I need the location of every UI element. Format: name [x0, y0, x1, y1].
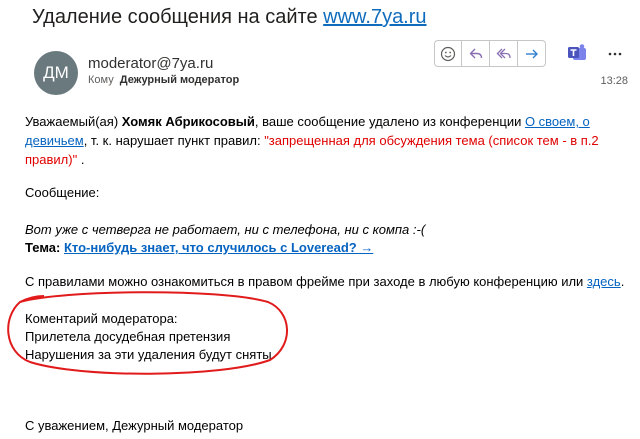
- recipient-row: Кому Дежурный модератор: [88, 74, 239, 86]
- subject-text: Удаление сообщения на сайте: [32, 6, 318, 28]
- message-actions: [434, 40, 546, 67]
- reply-icon: [469, 48, 482, 58]
- more-icon: [608, 52, 622, 56]
- quoted-message: Вот уже с четверга не работает, ни с тел…: [25, 222, 426, 237]
- email-subject: Удаление сообщения на сайте www.7ya.ru: [32, 6, 427, 29]
- rules-paragraph: С правилами можно ознакомиться в правом …: [25, 272, 635, 291]
- reply-all-button[interactable]: [490, 40, 518, 67]
- greeting-post: , т. к. нарушает пункт правил:: [83, 133, 265, 148]
- forward-button[interactable]: [518, 40, 546, 67]
- emoji-icon: [440, 46, 456, 61]
- to-label: Кому: [88, 74, 114, 86]
- recipient-name[interactable]: Дежурный модератор: [120, 74, 239, 86]
- received-time: 13:28: [600, 75, 628, 87]
- teams-icon[interactable]: [567, 43, 587, 63]
- subject-link[interactable]: www.7ya.ru: [323, 6, 426, 28]
- reply-button[interactable]: [462, 40, 490, 67]
- greeting-pre: Уважаемый(ая): [25, 114, 122, 129]
- comment-line-2: Нарушения за эти удаления будут сняты: [25, 347, 272, 362]
- topic-label: Тема:: [25, 240, 64, 255]
- forward-icon: [525, 49, 538, 58]
- greeting-paragraph: Уважаемый(ая) Хомяк Абрикосовый, ваше со…: [25, 112, 625, 169]
- sender-address[interactable]: moderator@7ya.ru: [88, 55, 213, 72]
- more-button[interactable]: [603, 44, 627, 64]
- comment-line-1: Прилетела досудебная претензия: [25, 329, 231, 344]
- topic-link[interactable]: Кто-нибудь знает, что случилось с Lovere…: [64, 240, 373, 255]
- user-name: Хомяк Абрикосовый: [121, 114, 255, 129]
- greeting-end: .: [77, 152, 85, 167]
- avatar[interactable]: ДМ: [34, 51, 78, 95]
- rules-text: С правилами можно ознакомиться в правом …: [25, 274, 587, 289]
- rules-end: .: [620, 274, 625, 289]
- reply-all-icon: [496, 48, 511, 58]
- topic-line: Тема: Кто-нибудь знает, что случилось с …: [25, 238, 625, 257]
- comment-title: Коментарий модератора:: [25, 311, 178, 326]
- signature: С уважением, Дежурный модератор: [25, 418, 244, 433]
- rules-link[interactable]: здесь: [587, 274, 621, 289]
- message-label: Сообщение:: [25, 185, 100, 200]
- greeting-mid: , ваше сообщение удалено из конференции: [254, 114, 525, 129]
- emoji-button[interactable]: [434, 40, 462, 67]
